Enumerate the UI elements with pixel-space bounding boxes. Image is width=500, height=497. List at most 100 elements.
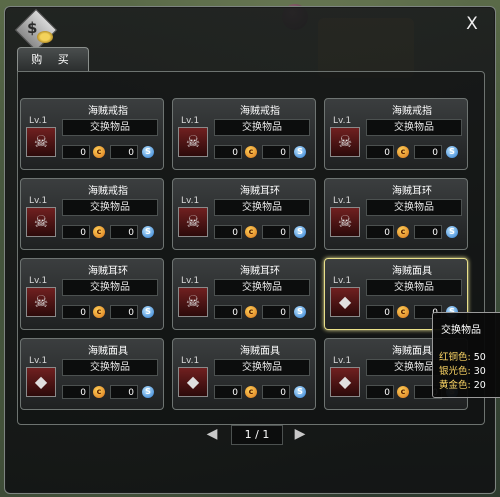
shop-item-card[interactable]: 海贼戒指 Lv.1 ☠ 交换物品 0 c 0 S [172, 98, 316, 170]
earring-icon: ☠ [178, 287, 208, 317]
page-indicator: 1 / 1 [231, 425, 283, 445]
tooltip-row-label: 银光色: [439, 366, 471, 377]
silver-price: 0 [414, 225, 442, 239]
silver-coin-icon: S [142, 386, 154, 398]
gold-price: 0 [214, 145, 242, 159]
gold-price: 0 [214, 385, 242, 399]
item-type: 交换物品 [62, 199, 158, 216]
item-type: 交换物品 [366, 279, 462, 296]
mask-icon: ◆ [330, 287, 360, 317]
item-name: 海贼面具 [88, 346, 128, 357]
silver-coin-icon: S [142, 306, 154, 318]
item-level: Lv.1 [29, 196, 48, 206]
gold-coin-icon: c [397, 306, 409, 318]
tooltip-row-value: 20 [473, 380, 486, 391]
item-name: 海贼戒指 [88, 106, 128, 117]
item-level: Lv.1 [333, 116, 352, 126]
shop-item-card[interactable]: 海贼耳环 Lv.1 ☠ 交换物品 0 c 0 S [172, 178, 316, 250]
tooltip-row-label: 黄金色: [439, 380, 471, 391]
item-level: Lv.1 [333, 276, 352, 286]
silver-price: 0 [110, 305, 138, 319]
gold-coin-icon: c [397, 386, 409, 398]
item-level: Lv.1 [181, 276, 200, 286]
gold-coin-icon: c [245, 146, 257, 158]
item-level: Lv.1 [29, 356, 48, 366]
item-type: 交换物品 [214, 279, 310, 296]
tooltip-row: 红铜色: 50 [439, 349, 486, 363]
gold-price: 0 [366, 145, 394, 159]
silver-coin-icon: S [294, 306, 306, 318]
shop-item-card[interactable]: 海贼戒指 Lv.1 ☠ 交换物品 0 c 0 S [324, 98, 468, 170]
silver-coin-icon: S [294, 226, 306, 238]
silver-price: 0 [262, 225, 290, 239]
item-name: 海贼戒指 [240, 106, 280, 117]
item-level: Lv.1 [29, 116, 48, 126]
shop-item-card[interactable]: 海贼耳环 Lv.1 ☠ 交换物品 0 c 0 S [20, 258, 164, 330]
gold-coin-icon: c [245, 386, 257, 398]
item-name: 海贼面具 [240, 346, 280, 357]
item-name: 海贼戒指 [392, 106, 432, 117]
tooltip-row: 黄金色: 20 [439, 377, 486, 391]
item-level: Lv.1 [181, 356, 200, 366]
item-type: 交换物品 [62, 119, 158, 136]
earring-icon: ☠ [26, 287, 56, 317]
close-button[interactable]: X [463, 15, 481, 33]
silver-price: 0 [110, 385, 138, 399]
next-page-button[interactable]: ▶ [291, 426, 309, 442]
shop-window: $ X 购 买 海贼戒指 Lv.1 ☠ 交换物品 0 c 0 S 海贼戒指 Lv.1 ☠ 交换物品 0 c… [4, 6, 496, 494]
item-level: Lv.1 [181, 196, 200, 206]
ring-icon: ☠ [26, 127, 56, 157]
gold-coin-icon: c [245, 226, 257, 238]
item-name: 海贼耳环 [240, 186, 280, 197]
item-type: 交换物品 [366, 119, 462, 136]
gold-price: 0 [366, 305, 394, 319]
earring-icon: ☠ [178, 207, 208, 237]
item-level: Lv.1 [333, 356, 352, 366]
gold-coin-icon: c [93, 386, 105, 398]
silver-price: 0 [110, 225, 138, 239]
silver-coin-icon: S [294, 146, 306, 158]
silver-coin-icon: S [142, 226, 154, 238]
item-name: 海贼耳环 [392, 186, 432, 197]
silver-coin-icon: S [446, 226, 458, 238]
shop-item-card[interactable]: 海贼面具Lv.1◆交换物品0c0S [172, 338, 316, 410]
item-type: 交换物品 [214, 199, 310, 216]
item-name: 海贼戒指 [88, 186, 128, 197]
gold-price: 0 [62, 305, 90, 319]
mask-icon: ◆ [178, 367, 208, 397]
item-level: Lv.1 [181, 116, 200, 126]
earring-icon: ☠ [330, 207, 360, 237]
shop-item-card[interactable]: 海贼戒指 Lv.1 ☠ 交换物品 0 c 0 S [20, 98, 164, 170]
silver-price: 0 [262, 145, 290, 159]
shop-item-card[interactable]: 海贼耳环 Lv.1 ☠ 交换物品 0 c 0 S [172, 258, 316, 330]
silver-coin-icon: S [142, 146, 154, 158]
ring-icon: ☠ [330, 127, 360, 157]
shop-item-card[interactable]: 海贼戒指 Lv.1 ☠ 交换物品 0 c 0 S [20, 178, 164, 250]
tooltip-title: 交换物品 [441, 325, 481, 336]
item-name: 海贼耳环 [88, 266, 128, 277]
gold-coin-icon: c [245, 306, 257, 318]
gold-coin-icon: c [93, 226, 105, 238]
item-type: 交换物品 [62, 359, 158, 376]
shop-item-card[interactable]: 海贼耳环 Lv.1 ☠ 交换物品 0 c 0 S [324, 178, 468, 250]
gold-price: 0 [62, 225, 90, 239]
mask-icon: ◆ [330, 367, 360, 397]
tooltip-row-value: 50 [473, 352, 486, 363]
item-level: Lv.1 [29, 276, 48, 286]
item-type: 交换物品 [366, 199, 462, 216]
gold-price: 0 [214, 305, 242, 319]
item-name: 海贼面具 [392, 266, 432, 277]
prev-page-button[interactable]: ◀ [203, 426, 221, 442]
silver-coin-icon: S [446, 146, 458, 158]
gold-coin-icon: c [397, 146, 409, 158]
item-name: 海贼耳环 [240, 266, 280, 277]
silver-price: 0 [262, 385, 290, 399]
gold-coin-icon: c [93, 306, 105, 318]
gold-coin-icon: c [397, 226, 409, 238]
shop-item-card[interactable]: 海贼面具Lv.1◆交换物品0c0S [20, 338, 164, 410]
gold-price: 0 [214, 225, 242, 239]
gold-price: 0 [62, 385, 90, 399]
item-tooltip: 交换物品 红铜色: 50 银光色: 30 黄金色: 20 [432, 312, 500, 398]
tab-buy[interactable]: 购 买 [17, 47, 89, 72]
item-type: 交换物品 [62, 279, 158, 296]
